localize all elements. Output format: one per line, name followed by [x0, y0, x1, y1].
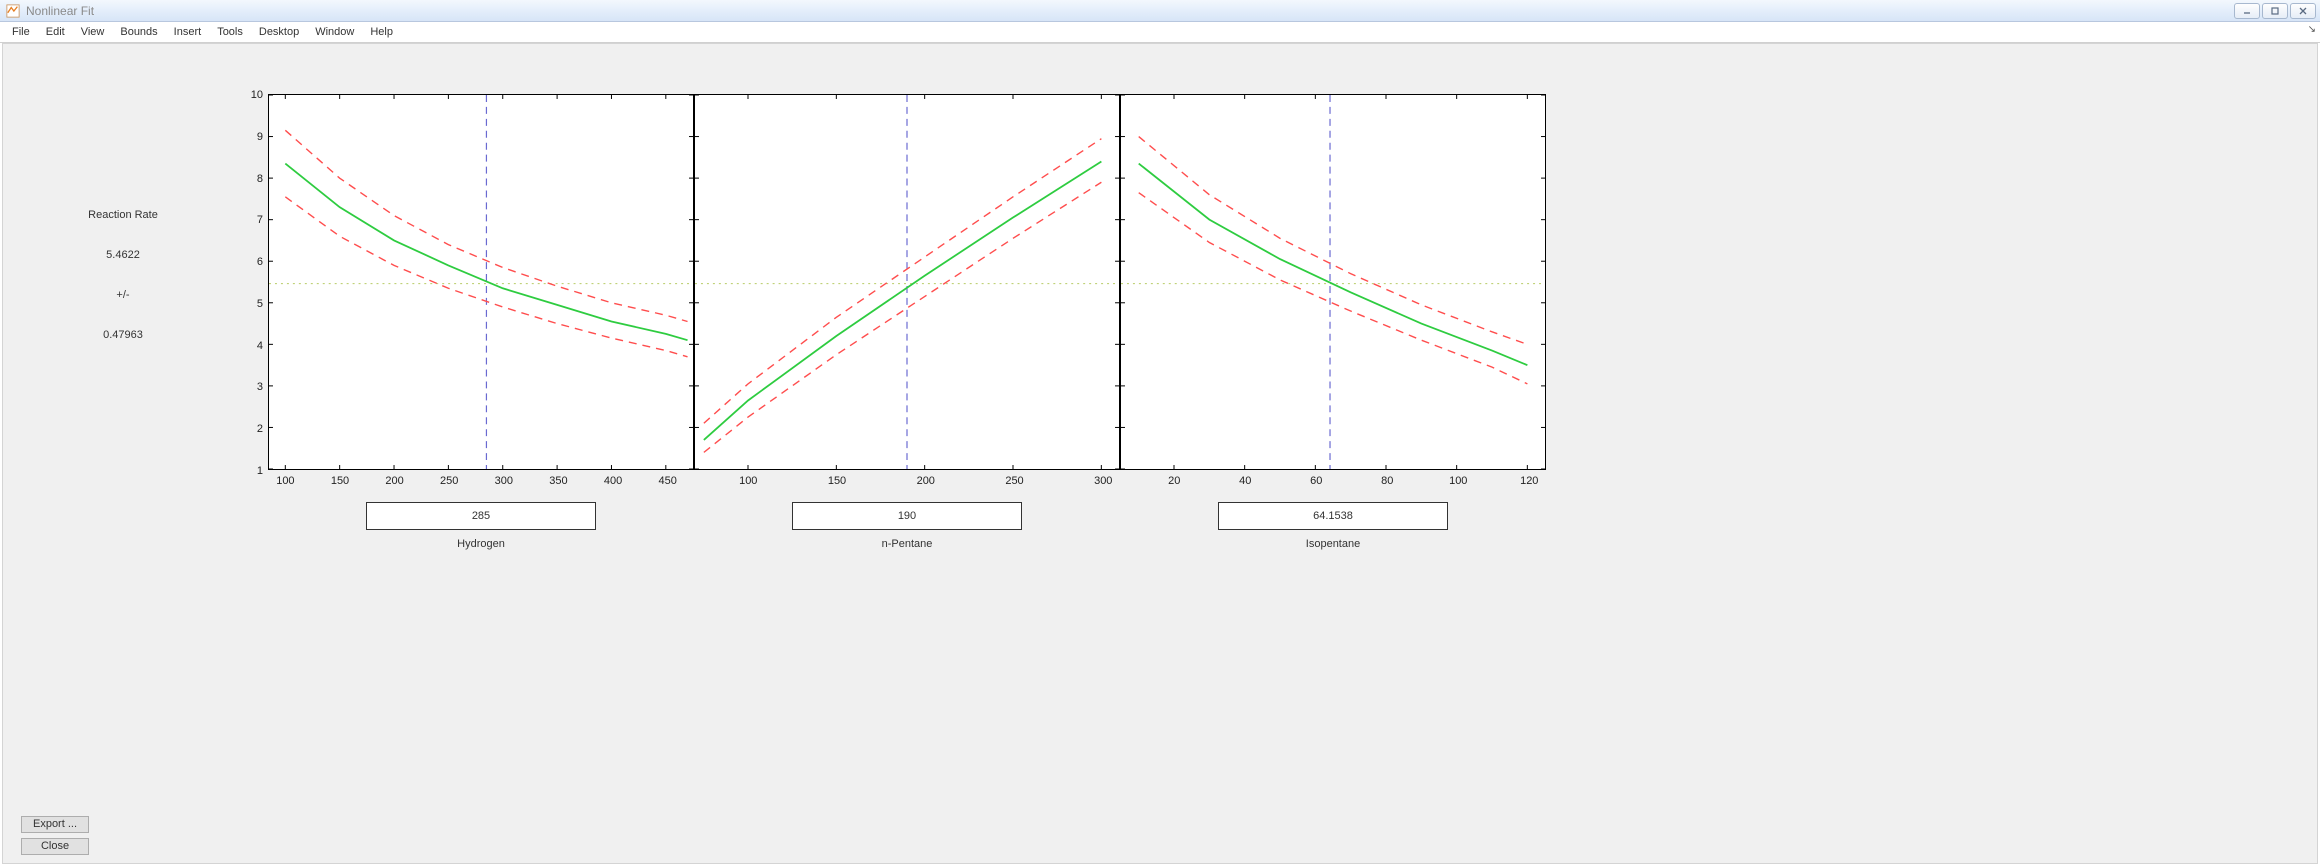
figure-area: Reaction Rate 5.4622 +/- 0.47963 Export …: [2, 43, 2318, 864]
x-tick-label: 80: [1381, 469, 1393, 487]
response-value: 5.4622: [53, 249, 193, 261]
y-tick-label: 10: [251, 89, 269, 101]
menu-help[interactable]: Help: [362, 24, 401, 40]
predictor-value-npentane[interactable]: 190: [792, 502, 1022, 530]
app-icon: [6, 4, 20, 18]
x-tick-label: 250: [1005, 469, 1023, 487]
x-tick-label: 100: [276, 469, 294, 487]
close-window-button[interactable]: [2290, 3, 2316, 19]
plus-minus-label: +/-: [53, 289, 193, 301]
x-tick-label: 120: [1520, 469, 1538, 487]
confidence-half-width: 0.47963: [53, 329, 193, 341]
menu-insert[interactable]: Insert: [166, 24, 210, 40]
x-tick-label: 300: [495, 469, 513, 487]
predictor-label-isopentane: Isopentane: [1120, 538, 1546, 550]
maximize-button[interactable]: [2262, 3, 2288, 19]
slice-plot-isopentane[interactable]: 20406080100120: [1120, 94, 1546, 470]
x-tick-label: 150: [331, 469, 349, 487]
menu-edit[interactable]: Edit: [38, 24, 73, 40]
window-title: Nonlinear Fit: [26, 4, 94, 18]
predictor-controls: 285 Hydrogen 190 n-Pentane 64.1538 Isope…: [268, 494, 1546, 550]
slice-plot-hydrogen[interactable]: 12345678910100150200250300350400450: [268, 94, 694, 470]
response-label: Reaction Rate: [53, 209, 193, 221]
predictor-value-isopentane[interactable]: 64.1538: [1218, 502, 1448, 530]
predictor-label-hydrogen: Hydrogen: [268, 538, 694, 550]
y-tick-label: 3: [257, 381, 269, 393]
x-tick-label: 20: [1168, 469, 1180, 487]
x-tick-label: 350: [549, 469, 567, 487]
menubar: File Edit View Bounds Insert Tools Deskt…: [0, 22, 2320, 43]
x-tick-label: 200: [385, 469, 403, 487]
x-tick-label: 60: [1310, 469, 1322, 487]
window-controls: [2234, 3, 2316, 19]
x-tick-label: 150: [828, 469, 846, 487]
y-tick-label: 9: [257, 131, 269, 143]
slice-plot-npentane[interactable]: 100150200250300: [694, 94, 1120, 470]
y-tick-label: 4: [257, 340, 269, 352]
y-tick-label: 6: [257, 256, 269, 268]
predictor-value-hydrogen[interactable]: 285: [366, 502, 596, 530]
x-tick-label: 40: [1239, 469, 1251, 487]
response-info: Reaction Rate 5.4622 +/- 0.47963: [53, 209, 193, 369]
x-tick-label: 250: [440, 469, 458, 487]
menu-file[interactable]: File: [4, 24, 38, 40]
y-tick-label: 5: [257, 298, 269, 310]
titlebar: Nonlinear Fit: [0, 0, 2320, 22]
close-button[interactable]: Close: [21, 838, 89, 855]
x-tick-label: 200: [917, 469, 935, 487]
y-tick-label: 8: [257, 173, 269, 185]
menu-view[interactable]: View: [73, 24, 113, 40]
y-tick-label: 7: [257, 214, 269, 226]
menu-desktop[interactable]: Desktop: [251, 24, 307, 40]
y-tick-label: 1: [257, 465, 269, 477]
y-tick-label: 2: [257, 423, 269, 435]
menu-window[interactable]: Window: [307, 24, 362, 40]
plot-row: 12345678910100150200250300350400450 1001…: [268, 94, 1546, 514]
menu-tools[interactable]: Tools: [209, 24, 251, 40]
export-button[interactable]: Export ...: [21, 816, 89, 833]
x-tick-label: 450: [659, 469, 677, 487]
menu-bounds[interactable]: Bounds: [112, 24, 165, 40]
x-tick-label: 100: [1449, 469, 1467, 487]
x-tick-label: 100: [739, 469, 757, 487]
x-tick-label: 400: [604, 469, 622, 487]
minimize-button[interactable]: [2234, 3, 2260, 19]
toolbar-overflow-icon[interactable]: ↘: [2308, 24, 2316, 35]
x-tick-label: 300: [1094, 469, 1112, 487]
predictor-label-npentane: n-Pentane: [694, 538, 1120, 550]
